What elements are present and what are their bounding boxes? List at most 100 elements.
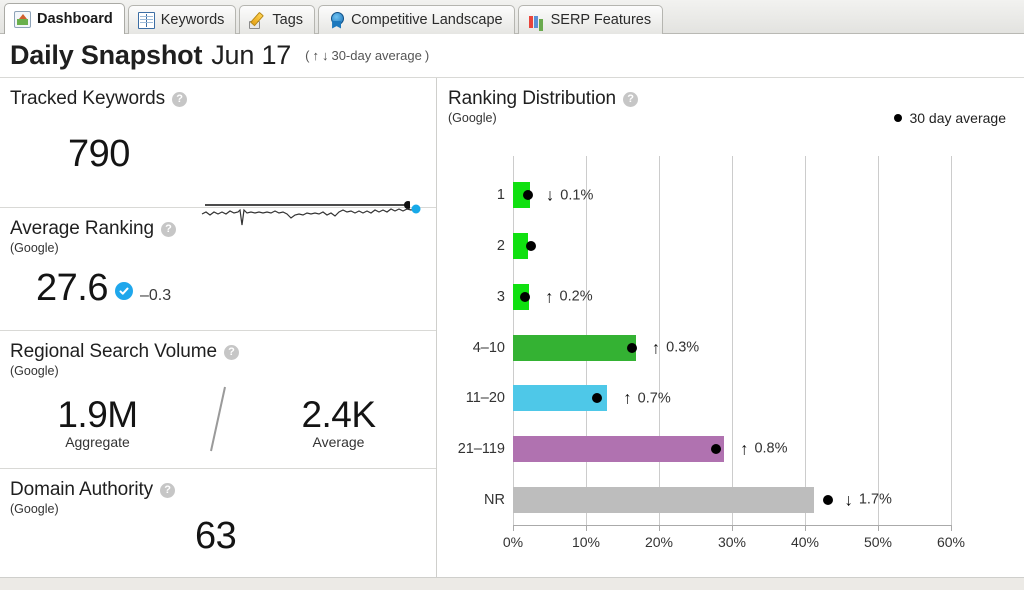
average-marker-dot (823, 494, 834, 505)
chart-bar[interactable] (513, 334, 636, 361)
tab-serp-features[interactable]: SERP Features (517, 5, 664, 34)
tab-dashboard[interactable]: Dashboard (4, 3, 125, 34)
change-indicator: ↑ 0.7% (623, 390, 671, 407)
page-title-bar: Daily Snapshot Jun 17 ( ↑ ↓ 30-day avera… (0, 34, 1024, 78)
change-indicator: ↑ 0.3% (652, 339, 700, 356)
chart-row-label: 3 (496, 288, 505, 305)
average-marker-dot (710, 443, 721, 454)
average-note: ( ↑ ↓ 30-day average ) (305, 48, 429, 63)
chart-bar[interactable] (513, 486, 814, 513)
arrow-down-icon: ↓ (321, 48, 329, 63)
average-marker-dot (523, 190, 534, 201)
help-icon[interactable]: ? (172, 91, 188, 107)
change-indicator: ↓ 1.7% (844, 491, 892, 508)
x-tick-label: 20% (644, 534, 674, 550)
x-tick (513, 525, 514, 531)
book-icon (137, 11, 155, 29)
aggregate-label: Aggregate (65, 433, 130, 450)
change-indicator: ↓ 0.1% (546, 187, 594, 204)
dashboard-page: Dashboard Keywords Tags Competitive Land… (0, 0, 1024, 590)
regional-search-volume-title: Regional Search Volume ? (10, 341, 436, 363)
verified-check-icon (114, 282, 133, 300)
value-separator (195, 383, 241, 460)
x-tick (586, 525, 587, 531)
change-value: 0.1% (560, 187, 594, 204)
change-value: 1.7% (858, 491, 892, 508)
tab-tags-label: Tags (272, 12, 304, 28)
tracked-keywords-title-text: Tracked Keywords (10, 88, 166, 109)
ranking-distribution-panel: Ranking Distribution ? (Google) 30 day a… (438, 78, 1024, 577)
panel-regional-search-volume: Regional Search Volume ? (Google) 1.9M A… (0, 331, 436, 469)
x-tick (805, 525, 806, 531)
change-value: 0.2% (559, 288, 593, 305)
tab-competitive-landscape[interactable]: Competitive Landscape (318, 5, 515, 34)
tab-keywords[interactable]: Keywords (127, 5, 237, 34)
chart-row-label: 4–10 (472, 339, 505, 356)
note-paren-close: ) (424, 48, 430, 63)
domain-authority-title-text: Domain Authority (10, 479, 154, 500)
chart-gridline (878, 156, 879, 525)
tab-tags[interactable]: Tags (239, 5, 316, 34)
x-tick (951, 525, 952, 531)
x-tick-label: 50% (863, 534, 893, 550)
award-ribbon-icon (328, 12, 345, 29)
panel-average-ranking: Average Ranking ? (Google) 27.6 –0.3 (0, 204, 436, 331)
tab-serp-features-label: SERP Features (550, 12, 652, 28)
x-tick (732, 525, 733, 531)
help-icon[interactable]: ? (223, 344, 239, 360)
x-tick-label: 0% (502, 534, 524, 550)
change-indicator: ↑ 0.2% (545, 288, 593, 305)
average-marker-dot (519, 291, 530, 302)
note-text: 30-day average (331, 48, 422, 63)
panel-domain-authority: Domain Authority ? (Google) 63 (0, 469, 436, 577)
arrow-up-icon: ↑ (545, 287, 554, 307)
change-value: 0.3% (666, 339, 700, 356)
x-tick-label: 40% (790, 534, 820, 550)
snapshot-date: Jun 17 (211, 40, 292, 70)
average-ranking-title-text: Average Ranking (10, 218, 154, 239)
chart-row-label: 21–119 (457, 440, 505, 457)
average-ranking-delta: –0.3 (139, 287, 172, 304)
aggregate-value: 1.9M (57, 393, 138, 435)
regional-search-volume-subtitle: (Google) (10, 364, 59, 378)
arrow-up-icon: ↑ (623, 388, 632, 408)
note-paren-open: ( (305, 48, 310, 63)
x-tick (878, 525, 879, 531)
chart-bar[interactable] (513, 435, 724, 462)
average-block: 2.4K Average (241, 394, 436, 450)
chart-gridline (805, 156, 806, 525)
chart-gridline (732, 156, 733, 525)
regional-search-volume-values: 1.9M Aggregate 2.4K Average (0, 383, 436, 460)
dashboard-icon (14, 10, 31, 28)
average-ranking-value-row: 27.6 –0.3 (36, 267, 171, 310)
arrow-down-icon: ↓ (844, 490, 853, 510)
tab-keywords-label: Keywords (160, 12, 225, 28)
regional-search-volume-title-text: Regional Search Volume (10, 341, 217, 362)
arrow-up-icon: ↑ (739, 439, 749, 459)
arrow-down-icon: ↓ (545, 185, 555, 205)
average-ranking-sparkline (201, 204, 421, 226)
tab-bar: Dashboard Keywords Tags Competitive Land… (0, 0, 1024, 34)
change-value: 0.7% (637, 390, 671, 407)
average-ranking-value: 27.6 (36, 267, 108, 309)
average-marker-dot (626, 342, 637, 353)
arrow-up-icon: ↑ (312, 48, 319, 63)
tab-dashboard-label: Dashboard (37, 11, 113, 27)
tag-pencil-icon (249, 12, 266, 29)
chart-row-label: 1 (496, 187, 505, 204)
x-tick (659, 525, 660, 531)
average-ranking-subtitle: (Google) (10, 241, 59, 255)
help-icon[interactable]: ? (160, 482, 176, 498)
average-value: 2.4K (301, 393, 376, 435)
change-value: 0.8% (754, 440, 788, 457)
panel-tracked-keywords: Tracked Keywords ? 790 (0, 78, 436, 209)
chart-gridline (951, 156, 952, 525)
help-icon[interactable]: ? (160, 221, 176, 237)
tab-competitive-landscape-label: Competitive Landscape (351, 12, 503, 28)
chart-row-label: NR (484, 491, 505, 508)
average-label: Average (312, 433, 365, 450)
tracked-keywords-title: Tracked Keywords ? (10, 88, 436, 110)
tracked-keywords-value: 790 (68, 133, 130, 175)
page-title: Daily Snapshot (10, 40, 203, 70)
x-tick-label: 10% (571, 534, 601, 550)
